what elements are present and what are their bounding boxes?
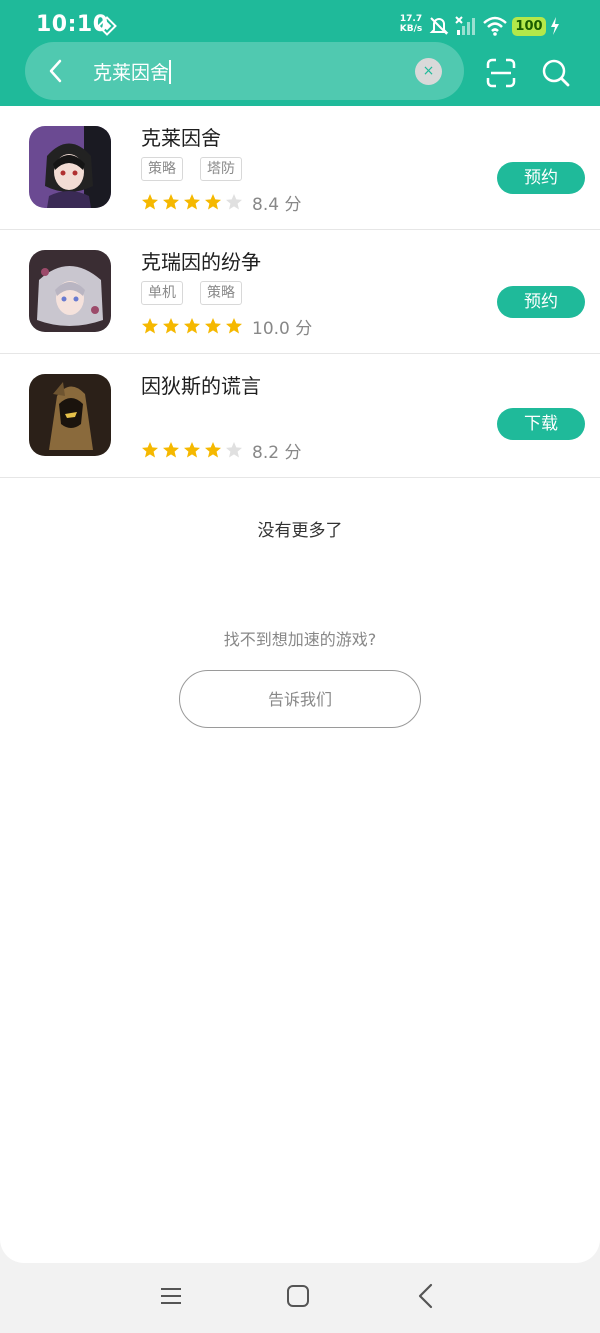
game-name: 因狄斯的谎言 [141, 374, 261, 398]
vpn-icon [97, 16, 117, 36]
net-speed-value: 17.7 [399, 14, 423, 24]
game-score: 8.2 分 [252, 443, 302, 463]
clear-search-button[interactable]: × [415, 58, 442, 85]
star-filled-icon [205, 442, 221, 458]
cant-find-text: 找不到想加速的游戏? [223, 630, 377, 649]
battery-indicator: 100 [512, 17, 546, 36]
tell-us-button[interactable]: 告诉我们 [179, 670, 421, 728]
net-speed-unit: KB/s [399, 24, 423, 34]
game-tag: 策略 [141, 157, 183, 181]
search-icon[interactable] [541, 58, 571, 88]
results-panel: 克莱因舍 策略 塔防 8.4 分 预约 克瑞因的纷争 单机 策略 10.0 分 … [0, 106, 600, 1263]
star-filled-icon [205, 318, 221, 334]
star-filled-icon [142, 318, 158, 334]
game-icon-3 [29, 374, 111, 456]
menu-icon[interactable] [159, 1284, 183, 1308]
search-box: × [25, 42, 464, 100]
star-filled-icon [205, 194, 221, 210]
system-nav-bar [0, 1263, 600, 1333]
star-filled-icon [163, 194, 179, 210]
game-tag: 单机 [141, 281, 183, 305]
game-icon-2 [29, 250, 111, 332]
charging-icon [551, 17, 559, 35]
star-empty-icon [226, 194, 242, 210]
star-filled-icon [184, 194, 200, 210]
status-bar: 10:10 17.7 KB/s 100 [0, 0, 600, 44]
star-filled-icon [142, 442, 158, 458]
game-tag: 塔防 [200, 157, 242, 181]
wifi-icon [483, 16, 507, 36]
search-input[interactable] [93, 56, 393, 86]
home-icon[interactable] [286, 1284, 310, 1308]
reserve-button[interactable]: 预约 [497, 162, 585, 194]
game-tag: 策略 [200, 281, 242, 305]
game-icon-1 [29, 126, 111, 208]
star-filled-icon [142, 194, 158, 210]
game-name: 克莱因舍 [141, 126, 221, 150]
game-score: 10.0 分 [252, 319, 313, 339]
star-filled-icon [184, 442, 200, 458]
list-item[interactable]: 因狄斯的谎言 8.2 分 下载 [0, 354, 600, 478]
list-item[interactable]: 克莱因舍 策略 塔防 8.4 分 预约 [0, 106, 600, 230]
no-more-text: 没有更多了 [257, 521, 343, 541]
text-cursor [169, 60, 171, 84]
game-name: 克瑞因的纷争 [141, 250, 261, 274]
signal-icon [455, 16, 475, 35]
list-item[interactable]: 克瑞因的纷争 单机 策略 10.0 分 预约 [0, 230, 600, 354]
star-filled-icon [184, 318, 200, 334]
mute-icon [429, 17, 449, 35]
top-bar: 10:10 17.7 KB/s 100 克莱因舍 × [0, 0, 600, 106]
download-button[interactable]: 下载 [497, 408, 585, 440]
game-score: 8.4 分 [252, 195, 302, 215]
back-icon[interactable] [43, 58, 69, 84]
star-filled-icon [163, 442, 179, 458]
reserve-button[interactable]: 预约 [497, 286, 585, 318]
net-speed: 17.7 KB/s [398, 14, 424, 34]
nav-back-icon[interactable] [415, 1283, 437, 1309]
scan-icon[interactable] [486, 58, 516, 88]
star-empty-icon [226, 442, 242, 458]
star-filled-icon [163, 318, 179, 334]
star-filled-icon [226, 318, 242, 334]
